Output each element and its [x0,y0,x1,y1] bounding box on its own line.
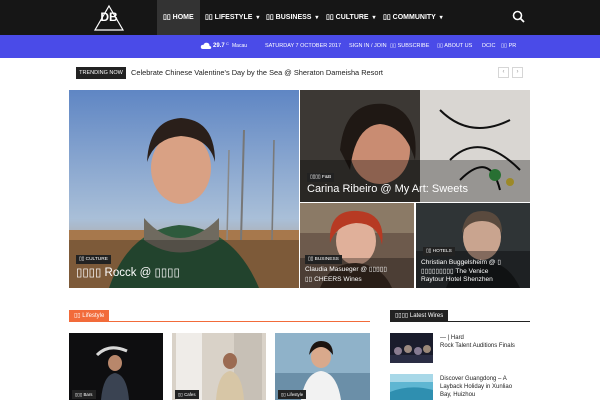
nav-culture-label: CULTURE [335,14,369,21]
nav-community-prefix: ▯▯ [383,14,391,21]
category-label: Cafes [184,392,196,397]
hero-bottom-left-title-line2[interactable]: ▯▯ CHEERS Wines [305,275,362,283]
about-label: ABOUT US [444,43,473,49]
nav-home-prefix: ▯▯ [163,14,171,21]
category-badge[interactable]: ▯▯ CULTURE [76,255,111,264]
hero-top-right-article[interactable]: ▯▯▯▯ F&B Carina Ribeiro @ My Art: Sweets [300,90,530,202]
hero-bottom-right-article[interactable]: ▯▯ HOTELS Christian Buggelsheim @ ▯ ▯▯▯▯… [416,203,530,288]
category-badge[interactable]: ▯▯▯▯ F&B [307,173,335,182]
hero-bottom-left-article[interactable]: ▯▯ BUSINESS Claudia Masueger @ ▯▯▯▯▯ ▯▯ … [300,203,414,288]
main-navigation: DB ▯▯ HOME ▯▯ LIFESTYLE ▾ ▯▯ BUSINESS ▾ … [0,0,600,35]
language-label: PR [508,43,517,49]
lifestyle-thumb[interactable]: ▯▯ Cafes [172,333,266,400]
latest-wires-title[interactable]: ▯▯▯▯ Latest Wires [390,310,449,322]
latest-wires-label: Latest Wires [409,313,444,319]
category-label: BUSINESS [314,257,339,262]
nav-culture-prefix: ▯▯ [326,14,334,21]
chevron-down-icon: ▾ [256,15,260,21]
hero-bottom-right-title-line3[interactable]: Raytour Hotel Shenzhen [421,276,493,283]
search-icon[interactable] [511,9,527,25]
wire-headline-line: Discover Guangdong – A [440,376,507,382]
sign-in-link[interactable]: SIGN IN / JOIN [349,35,387,58]
subscribe-label: SUBSCRIBE [397,43,430,49]
trending-headline[interactable]: Celebrate Chinese Valentine's Day by the… [131,67,383,79]
lifestyle-section-header: ▯▯ Lifestyle [69,310,370,322]
hero-top-right-title[interactable]: Carina Ribeiro @ My Art: Sweets [307,183,468,195]
hero-bottom-left-title-line1[interactable]: Claudia Masueger @ ▯▯▯▯▯ [305,265,387,273]
lifestyle-thumb[interactable]: ▯▯▯ Bars [69,333,163,400]
cloud-icon [200,41,212,51]
hero-bottom-right-title-line2[interactable]: ▯▯▯▯▯▯▯▯▯ The Venice [421,267,488,275]
wire-thumb-image [390,333,433,363]
svg-text:DB: DB [100,10,118,24]
hero-main-article[interactable]: ▯▯ CULTURE ▯▯▯▯ Rocck @ ▯▯▯▯ [69,90,299,288]
nav-lifestyle[interactable]: ▯▯ LIFESTYLE ▾ [199,0,265,35]
weather-temperature: 29.7 [213,43,225,49]
category-label: HOTELS [432,249,452,254]
latest-wires-header: ▯▯▯▯ Latest Wires [390,310,530,322]
nav-home-label: HOME [172,14,194,21]
nav-lifestyle-label: LIFESTYLE [214,14,253,21]
site-logo[interactable]: DB [93,4,125,32]
weather-city: Macau [232,43,248,49]
wire-headline-line: Layback Holiday in Xunliao [440,384,513,390]
lifestyle-thumb[interactable]: ▯▯ Lifestyle [275,333,370,400]
wire-thumb-image [390,374,433,400]
trending-prev-button[interactable]: ‹ [498,67,509,78]
hero-main-title[interactable]: ▯▯▯▯ Rocck @ ▯▯▯▯ [76,265,180,279]
chevron-down-icon: ▾ [315,15,319,21]
current-date: SATURDAY 7 OCTOBER 2017 [265,43,342,49]
category-badge[interactable]: ▯▯▯ Bars [72,390,96,399]
nav-business-label: BUSINESS [275,14,312,21]
category-label: Bars [83,392,93,397]
chevron-down-icon: ▾ [372,15,376,21]
nav-community-label: COMMUNITY [392,14,436,21]
chevron-down-icon: ▾ [439,15,443,21]
wire-headline-line: Rock Talent Auditions Finals [440,343,515,349]
lifestyle-section-title[interactable]: ▯▯ Lifestyle [69,310,110,322]
nav-business-prefix: ▯▯ [266,14,274,21]
wire-headline-line: Bay, Huizhou [440,392,476,398]
trending-next-button[interactable]: › [512,67,523,78]
wire-thumb[interactable] [390,374,433,400]
category-badge[interactable]: ▯▯ BUSINESS [305,255,342,264]
about-link[interactable]: ▯▯ ABOUT US [437,35,472,58]
category-label: CULTURE [85,257,108,262]
category-badge[interactable]: ▯▯ Cafes [175,390,199,399]
category-label: F&B [321,175,332,180]
category-label: Lifestyle [287,392,304,397]
top-info-bar: 29.7 C Macau SATURDAY 7 OCTOBER 2017 SIG… [0,35,600,58]
subscribe-link[interactable]: ▯▯ SUBSCRIBE [390,35,429,58]
wire-headline[interactable]: Discover Guangdong – A Layback Holiday i… [440,375,512,399]
category-badge[interactable]: ▯▯ HOTELS [423,247,455,256]
nav-lifestyle-prefix: ▯▯ [205,14,213,21]
nav-community[interactable]: ▯▯ COMMUNITY ▾ [377,0,449,35]
trending-label: TRENDING NOW [76,67,126,79]
dcic-link[interactable]: DCIC [482,35,495,58]
nav-culture[interactable]: ▯▯ CULTURE ▾ [320,0,382,35]
wire-headline-line: — | Hard [440,335,464,341]
weather-degree-unit: C [226,41,229,46]
wire-headline[interactable]: — | Hard Rock Talent Auditions Finals [440,334,515,350]
hero-bottom-right-title-line1[interactable]: Christian Buggelsheim @ ▯ [421,258,501,266]
category-badge[interactable]: ▯▯ Lifestyle [278,390,307,399]
nav-home[interactable]: ▯▯ HOME [157,0,200,35]
nav-business[interactable]: ▯▯ BUSINESS ▾ [260,0,324,35]
wire-thumb[interactable] [390,333,433,363]
language-link[interactable]: ▯▯ PR [501,35,516,58]
